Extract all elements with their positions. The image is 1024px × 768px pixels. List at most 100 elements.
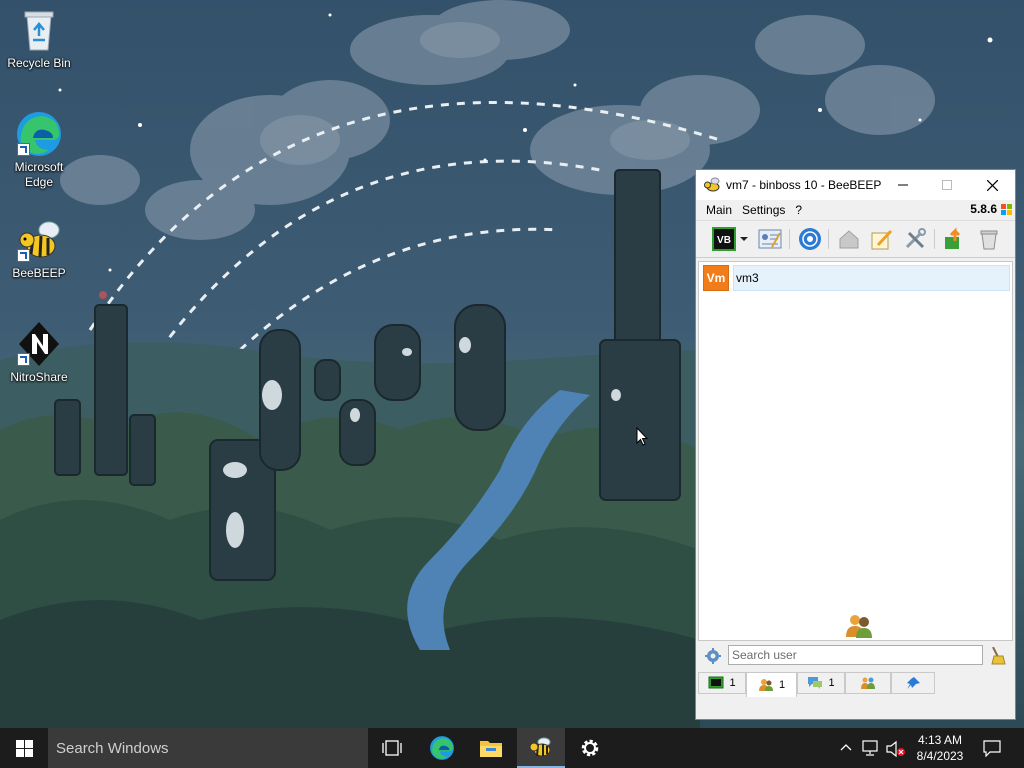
tab-groups[interactable] (845, 672, 891, 694)
status-button[interactable]: VB (712, 227, 736, 251)
network-icon[interactable] (862, 740, 880, 756)
users-icon (758, 679, 773, 691)
home-button[interactable] (837, 227, 861, 251)
start-button[interactable] (0, 728, 48, 768)
chevron-up-icon[interactable] (840, 742, 852, 754)
mouse-cursor-icon (636, 427, 648, 446)
tools-icon (905, 228, 926, 249)
house-icon (839, 230, 859, 249)
recycle-bin-icon (15, 6, 63, 54)
user-list-item[interactable]: Vm vm3 (703, 264, 1010, 292)
tab-messages[interactable]: 1 (797, 672, 845, 694)
network-button[interactable] (798, 227, 822, 251)
taskbar-beebeep-button[interactable] (517, 728, 565, 768)
task-view-icon (382, 740, 402, 756)
shortcut-arrow-icon (17, 353, 30, 366)
maximize-icon (941, 180, 952, 190)
desktop-icon-microsoft-edge[interactable]: Microsoft Edge (1, 110, 77, 190)
svg-text:VB: VB (717, 235, 731, 246)
users-group-icon (846, 615, 872, 638)
upload-arrow-icon (945, 227, 961, 249)
tab-count: 1 (729, 677, 736, 689)
menu-main[interactable]: Main (701, 203, 737, 217)
chat-icon (708, 676, 724, 689)
gear-icon[interactable] (705, 648, 721, 664)
clock-date: 8/4/2023 (916, 749, 964, 763)
write-message-button[interactable] (870, 227, 894, 251)
bottom-tabs: 1 1 1 (696, 672, 1015, 697)
taskbar-clock[interactable]: 4:13 AM 8/4/2023 (910, 732, 970, 764)
notepad-pencil-icon (871, 229, 893, 250)
menu-bar: Main Settings ? 5.8.6 (696, 200, 1015, 220)
windows-logo-icon (15, 739, 33, 757)
taskbar: Search Windows 4:13 AM 8/4/2023 (0, 728, 1024, 768)
taskbar-edge-button[interactable] (418, 728, 466, 768)
status-dropdown-button[interactable] (738, 227, 750, 251)
tab-count: 1 (828, 677, 835, 689)
shortcut-arrow-icon (17, 143, 30, 156)
folder-icon (480, 741, 502, 757)
taskbar-file-explorer-button[interactable] (467, 728, 515, 768)
task-view-button[interactable] (368, 728, 416, 768)
windows-flag-icon (1001, 204, 1012, 215)
chevron-down-icon (740, 237, 748, 241)
bee-icon (15, 216, 63, 264)
groups-icon (861, 677, 875, 689)
menu-settings[interactable]: Settings (737, 203, 790, 217)
clear-button[interactable] (977, 227, 1001, 251)
maximize-button[interactable] (924, 170, 969, 200)
menu-help[interactable]: ? (790, 203, 807, 217)
edge-icon (430, 736, 454, 760)
window-title: vm7 - binboss 10 - BeeBEEP (726, 178, 882, 192)
toolbar-separator (828, 229, 829, 249)
desktop-icon-label: BeeBEEP (12, 266, 66, 280)
version-label: 5.8.6 (970, 202, 997, 216)
shortcut-arrow-icon (17, 249, 30, 262)
search-user-input[interactable] (728, 645, 983, 665)
bee-icon (704, 177, 720, 192)
close-icon (987, 179, 998, 191)
tools-button[interactable] (903, 227, 927, 251)
messages-icon (808, 677, 823, 689)
broadcast-icon (799, 228, 821, 250)
title-bar[interactable]: vm7 - binboss 10 - BeeBEEP (696, 170, 1015, 200)
trash-icon (980, 230, 998, 250)
volume-muted-icon[interactable] (886, 740, 906, 758)
broom-icon[interactable] (990, 647, 1006, 665)
taskbar-search-placeholder: Search Windows (56, 739, 169, 757)
vb-status-icon: VB (712, 227, 736, 251)
toolbar-separator (934, 229, 935, 249)
profile-card-icon (758, 229, 782, 249)
close-button[interactable] (970, 170, 1015, 200)
tab-chats[interactable]: 1 (698, 672, 746, 694)
tab-count: 1 (778, 679, 786, 691)
desktop-icon-label: Recycle Bin (7, 56, 71, 70)
toolbar: VB (696, 220, 1015, 258)
pin-icon (907, 677, 920, 689)
profile-button[interactable] (758, 227, 782, 251)
user-list[interactable]: Vm vm3 (698, 261, 1013, 641)
update-button[interactable] (943, 227, 967, 251)
minimize-icon (897, 184, 908, 186)
taskbar-settings-button[interactable] (566, 728, 614, 768)
notification-icon[interactable] (983, 740, 1001, 757)
bee-icon (529, 737, 551, 757)
desktop-icon-nitroshare[interactable]: NitroShare (1, 320, 77, 385)
user-name: vm3 (733, 265, 1010, 291)
taskbar-search-box[interactable]: Search Windows (48, 728, 368, 768)
tab-users[interactable]: 1 (746, 672, 797, 697)
gear-icon (581, 739, 599, 757)
clock-time: 4:13 AM (917, 733, 963, 747)
desktop-icon-beebeep[interactable]: BeeBEEP (1, 216, 77, 281)
search-bar (696, 643, 1015, 669)
user-avatar: Vm (703, 265, 729, 291)
desktop-icon-recycle-bin[interactable]: Recycle Bin (1, 6, 77, 71)
beebeep-window: vm7 - binboss 10 - BeeBEEP Main Settings… (695, 169, 1016, 720)
minimize-button[interactable] (880, 170, 925, 200)
desktop-icon-label: Microsoft Edge (14, 160, 64, 189)
desktop-icon-label: NitroShare (10, 370, 68, 384)
nitroshare-icon (15, 320, 63, 368)
toolbar-separator (789, 229, 790, 249)
edge-icon (15, 110, 63, 158)
tab-pinned[interactable] (891, 672, 935, 694)
